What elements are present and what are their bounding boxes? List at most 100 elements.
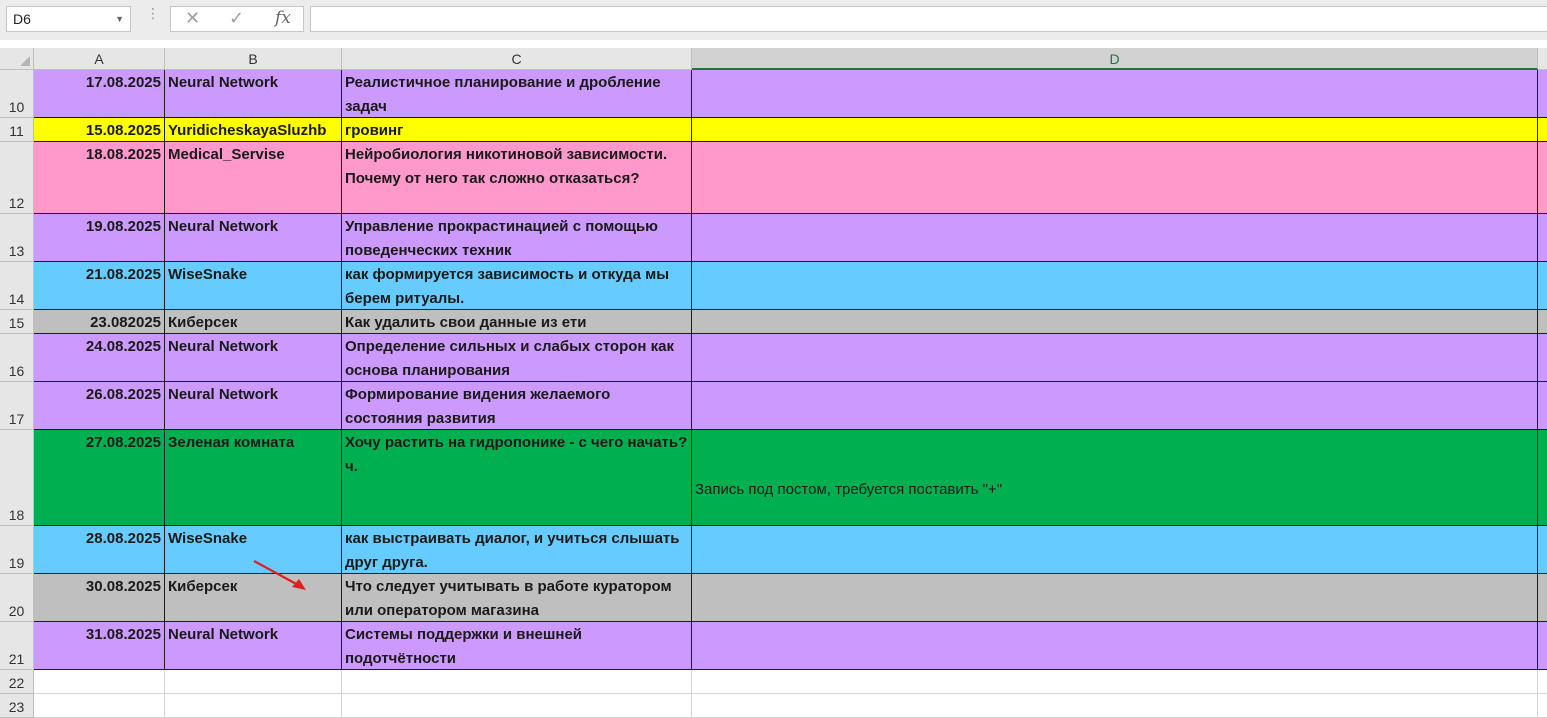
cell-note[interactable] <box>692 574 1538 622</box>
cell-source[interactable]: WiseSnake <box>165 262 342 310</box>
cell-note[interactable] <box>692 382 1538 430</box>
cell-note[interactable] <box>692 262 1538 310</box>
cell-topic[interactable]: гровинг <box>342 118 692 142</box>
formula-input[interactable] <box>310 6 1547 32</box>
cell-source[interactable]: YuridicheskayaSluzhb <box>165 118 342 142</box>
row-number: 21 <box>8 651 25 667</box>
row-header[interactable]: 13 <box>0 214 34 262</box>
select-all-corner[interactable] <box>0 48 34 70</box>
cell-date[interactable]: 31.08.2025 <box>34 622 165 670</box>
cell-note[interactable] <box>692 142 1538 214</box>
column-header-e[interactable] <box>1538 48 1547 70</box>
cell-e[interactable] <box>1538 70 1547 118</box>
cell-note[interactable] <box>692 70 1538 118</box>
cell-date[interactable]: 30.08.2025 <box>34 574 165 622</box>
cell-topic[interactable]: как формируется зависимость и откуда мы … <box>342 262 692 310</box>
row-header[interactable]: 23 <box>0 694 34 718</box>
cell-topic[interactable]: Управление прокрастинацией с помощью пов… <box>342 214 692 262</box>
cell-source[interactable]: Neural Network <box>165 622 342 670</box>
cell-topic[interactable]: Определение сильных и слабых сторон как … <box>342 334 692 382</box>
cell-topic[interactable]: Что следует учитывать в работе куратором… <box>342 574 692 622</box>
row-header[interactable]: 20 <box>0 574 34 622</box>
cell-source[interactable]: Киберсек <box>165 310 342 334</box>
cell-topic[interactable]: Реалистичное планирование и дробление за… <box>342 70 692 118</box>
cell-e[interactable] <box>1538 214 1547 262</box>
cancel-icon[interactable]: ✕ <box>185 8 200 29</box>
cell-e[interactable] <box>1538 118 1547 142</box>
row-header[interactable]: 14 <box>0 262 34 310</box>
row-header[interactable]: 12 <box>0 142 34 214</box>
cell-date[interactable]: 18.08.2025 <box>34 142 165 214</box>
cell-date[interactable]: 21.08.2025 <box>34 262 165 310</box>
cell-topic[interactable]: Нейробиология никотиновой зависимости. П… <box>342 142 692 214</box>
row-header[interactable]: 22 <box>0 670 34 694</box>
cell-note[interactable] <box>692 118 1538 142</box>
cell-topic[interactable]: как выстраивать диалог, и учиться слышат… <box>342 526 692 574</box>
row-header[interactable]: 11 <box>0 118 34 142</box>
cell-e[interactable] <box>1538 526 1547 574</box>
cell-note[interactable] <box>692 310 1538 334</box>
chevron-down-icon[interactable]: ▼ <box>115 7 124 31</box>
cell-source[interactable] <box>165 670 342 694</box>
cell-e[interactable] <box>1538 310 1547 334</box>
cell-e[interactable] <box>1538 262 1547 310</box>
cell-note[interactable] <box>692 214 1538 262</box>
cell-topic[interactable] <box>342 694 692 718</box>
cell-source[interactable]: Neural Network <box>165 214 342 262</box>
cell-e[interactable] <box>1538 574 1547 622</box>
cell-note[interactable] <box>692 334 1538 382</box>
cell-e[interactable] <box>1538 670 1547 694</box>
column-header-d[interactable]: D <box>692 48 1538 70</box>
cell-topic[interactable] <box>342 670 692 694</box>
table-row: 14 21.08.2025 WiseSnake как формируется зав… <box>0 262 1547 310</box>
cell-date[interactable]: 19.08.2025 <box>34 214 165 262</box>
row-header[interactable]: 21 <box>0 622 34 670</box>
row-number: 19 <box>8 555 25 571</box>
cell-source[interactable]: Neural Network <box>165 334 342 382</box>
cell-e[interactable] <box>1538 142 1547 214</box>
cell-e[interactable] <box>1538 382 1547 430</box>
cell-source[interactable]: Neural Network <box>165 70 342 118</box>
cell-note[interactable] <box>692 670 1538 694</box>
column-header-a[interactable]: A <box>34 48 165 70</box>
row-header[interactable]: 19 <box>0 526 34 574</box>
cell-e[interactable] <box>1538 430 1547 526</box>
cell-note[interactable] <box>692 622 1538 670</box>
cell-topic[interactable]: Системы поддержки и внешней подотчётност… <box>342 622 692 670</box>
cell-note[interactable] <box>692 694 1538 718</box>
cell-topic[interactable]: Формирование видения желаемого состояния… <box>342 382 692 430</box>
cell-date[interactable]: 28.08.2025 <box>34 526 165 574</box>
cell-note[interactable]: Запись под постом, требуется поставить "… <box>692 430 1538 526</box>
row-header[interactable]: 17 <box>0 382 34 430</box>
row-header[interactable]: 15 <box>0 310 34 334</box>
column-header-b[interactable]: B <box>165 48 342 70</box>
cell-source[interactable] <box>165 694 342 718</box>
cell-date[interactable]: 24.08.2025 <box>34 334 165 382</box>
column-header-c[interactable]: C <box>342 48 692 70</box>
cell-source[interactable]: Neural Network <box>165 382 342 430</box>
cell-source[interactable]: Medical_Servise <box>165 142 342 214</box>
table-row: 19 28.08.2025 WiseSnake как выстраивать диа… <box>0 526 1547 574</box>
cell-date[interactable]: 23.082025 <box>34 310 165 334</box>
row-header[interactable]: 18 <box>0 430 34 526</box>
cell-e[interactable] <box>1538 694 1547 718</box>
cell-date[interactable] <box>34 694 165 718</box>
row-header[interactable]: 16 <box>0 334 34 382</box>
cell-e[interactable] <box>1538 334 1547 382</box>
cell-topic[interactable]: Как удалить свои данные из ети <box>342 310 692 334</box>
row-number: 23 <box>8 699 25 715</box>
enter-icon[interactable]: ✓ <box>229 8 244 29</box>
insert-function-icon[interactable]: fx <box>275 8 291 28</box>
cell-note[interactable] <box>692 526 1538 574</box>
cell-date[interactable]: 17.08.2025 <box>34 70 165 118</box>
cell-source[interactable]: Зеленая комната <box>165 430 342 526</box>
resize-handle-icon[interactable]: ⋮ <box>146 6 160 20</box>
name-box[interactable]: D6 ▼ <box>6 6 131 32</box>
cell-date[interactable]: 26.08.2025 <box>34 382 165 430</box>
cell-date[interactable]: 27.08.2025 <box>34 430 165 526</box>
row-header[interactable]: 10 <box>0 70 34 118</box>
cell-topic[interactable]: Хочу растить на гидропонике - с чего нач… <box>342 430 692 526</box>
cell-date[interactable] <box>34 670 165 694</box>
cell-date[interactable]: 15.08.2025 <box>34 118 165 142</box>
cell-e[interactable] <box>1538 622 1547 670</box>
